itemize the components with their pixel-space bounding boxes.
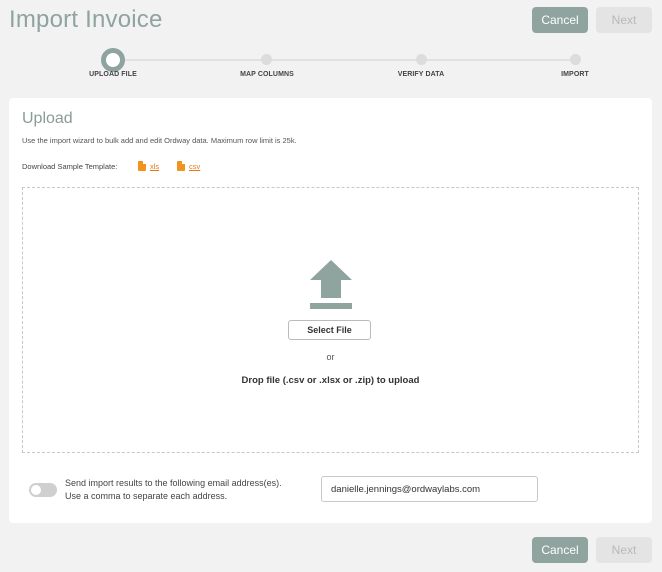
toggle-knob [31,485,41,495]
step-verify-data-indicator [416,54,427,65]
email-address-input[interactable] [321,476,538,502]
step-label-import: IMPORT [561,71,589,78]
file-dropzone[interactable]: Select File or Drop file (.csv or .xlsx … [22,187,639,453]
step-label-verify-data: VERIFY DATA [397,71,445,78]
csv-file-icon [177,161,185,171]
email-results-label: Send import results to the following ema… [65,477,282,503]
sample-template-label: Download Sample Template: [22,162,118,171]
upload-description: Use the import wizard to bulk add and ed… [22,136,297,145]
step-label-map-columns: MAP COLUMNS [240,71,294,78]
excel-file-icon [138,161,146,171]
cancel-button-bottom[interactable]: Cancel [532,537,588,563]
step-upload-file-indicator [101,48,125,72]
page-title: Import Invoice [9,6,163,33]
step-import-indicator [570,54,581,65]
cancel-button[interactable]: Cancel [532,7,588,33]
drop-file-instructions: Drop file (.csv or .xlsx or .zip) to upl… [241,375,420,386]
step-label-upload-file: UPLOAD FILE [89,71,137,78]
email-label-line1: Send import results to the following ema… [65,478,282,488]
next-button[interactable]: Next [596,7,652,33]
next-button-bottom[interactable]: Next [596,537,652,563]
or-separator: or [326,352,335,362]
upload-card: Upload Use the import wizard to bulk add… [9,98,652,523]
select-file-button[interactable]: Select File [288,320,371,340]
download-xls-link[interactable]: xls [138,161,159,171]
step-map-columns-indicator [261,54,272,65]
download-csv-link[interactable]: csv [177,161,200,171]
email-results-toggle[interactable] [29,483,57,497]
email-label-line2: Use a comma to separate each address. [65,491,228,501]
stepper-track [113,59,575,61]
download-xls-label: xls [150,161,160,171]
upload-section-title: Upload [22,110,73,127]
download-csv-label: csv [189,161,201,171]
upload-arrow-icon [310,260,352,309]
